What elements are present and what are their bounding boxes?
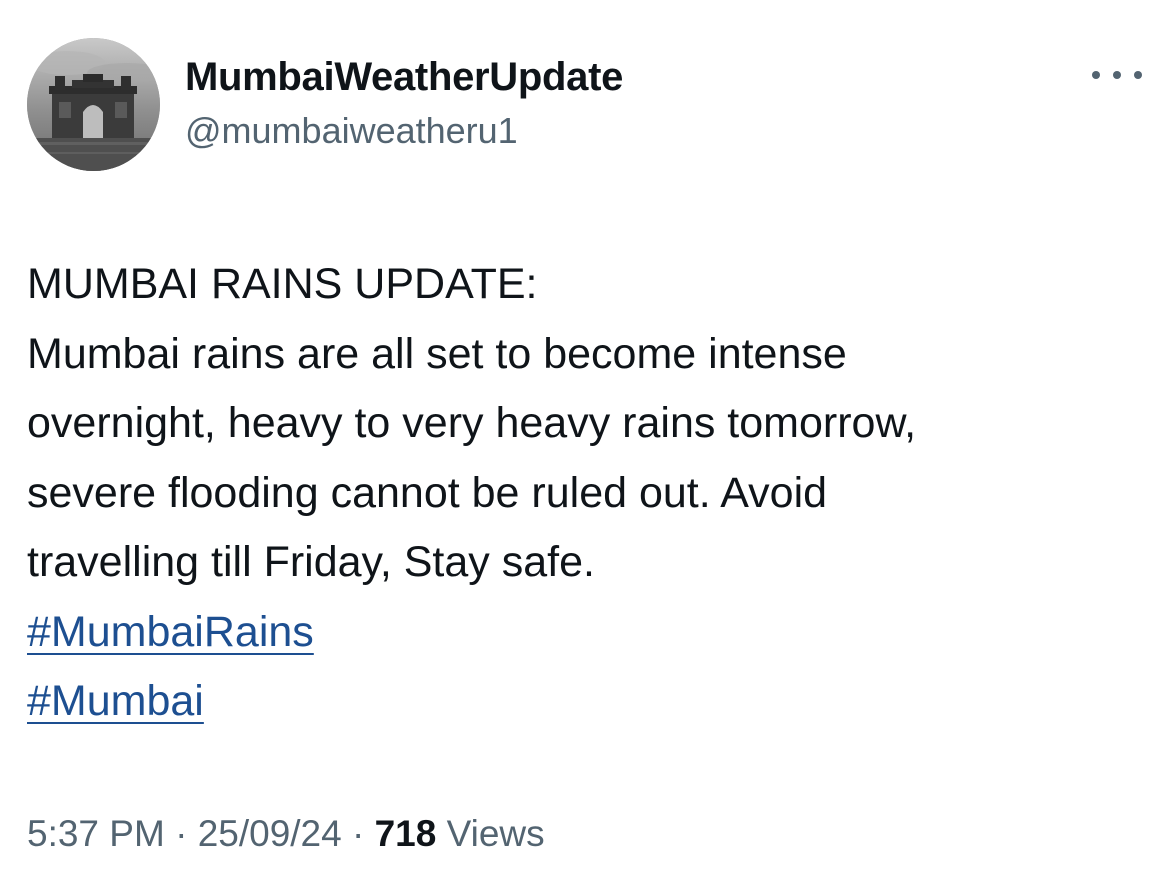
tweet-metadata: 5:37 PM · 25/09/24 · 718 Views [27,812,545,856]
more-horizontal-icon-dot [1113,71,1121,79]
tweet-date[interactable]: 25/09/24 [198,813,342,854]
tweet-line: severe flooding cannot be ruled out. Avo… [27,468,828,517]
hashtag-link[interactable]: #MumbaiRains [27,598,314,668]
tweet-card: MumbaiWeatherUpdate @mumbaiweatheru1 MUM… [0,0,1170,886]
more-options-button[interactable] [1092,60,1142,90]
meta-separator: · [164,813,198,854]
hashtag-link[interactable]: #Mumbai [27,667,204,737]
views-label: Views [436,813,545,854]
tweet-line: travelling till Friday, Stay safe. [27,538,595,586]
tweet-line: overnight, heavy to very heavy rains tom… [27,399,917,447]
gateway-of-india-avatar[interactable] [27,38,160,171]
author-handle[interactable]: @mumbaiweatheru1 [185,110,518,152]
meta-separator: · [341,813,375,854]
tweet-text: MUMBAI RAINS UPDATE: Mumbai rains are al… [27,250,1147,737]
tweet-line: Mumbai rains are all set to become inten… [27,329,847,378]
tweet-line: MUMBAI RAINS UPDATE: [27,260,538,308]
tweet-time[interactable]: 5:37 PM [27,813,165,854]
views-count[interactable]: 718 [375,813,437,854]
more-horizontal-icon [1092,71,1100,79]
more-horizontal-icon-dot [1134,71,1142,79]
author-display-name[interactable]: MumbaiWeatherUpdate [185,54,623,100]
